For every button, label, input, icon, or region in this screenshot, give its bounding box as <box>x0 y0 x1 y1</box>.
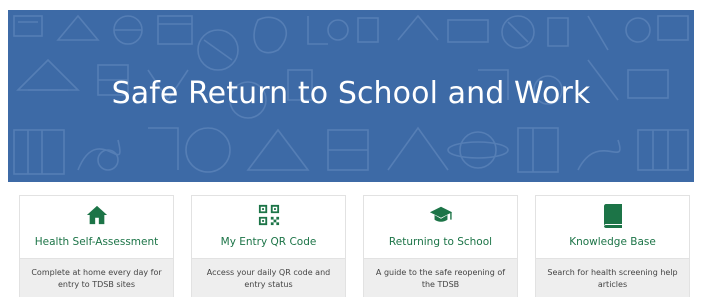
my-entry-qr-code-card[interactable]: My Entry QR Code Access your daily QR co… <box>191 195 346 297</box>
card-description: Complete at home every day for entry to … <box>20 258 173 297</box>
card-header: Knowledge Base <box>536 196 689 258</box>
card-description: Search for health screening help article… <box>536 258 689 297</box>
card-title: Health Self-Assessment <box>34 236 159 248</box>
returning-to-school-card[interactable]: Returning to School A guide to the safe … <box>363 195 518 297</box>
health-self-assessment-card[interactable]: Health Self-Assessment Complete at home … <box>19 195 174 297</box>
knowledge-base-card[interactable]: Knowledge Base Search for health screeni… <box>535 195 690 297</box>
card-title: Knowledge Base <box>569 236 656 248</box>
quick-links: Health Self-Assessment Complete at home … <box>0 195 701 297</box>
card-header: My Entry QR Code <box>192 196 345 258</box>
card-header: Health Self-Assessment <box>20 196 173 258</box>
card-title: Returning to School <box>388 236 493 248</box>
card-description: A guide to the safe reopening of the TDS… <box>364 258 517 297</box>
graduation-cap-icon <box>364 204 517 228</box>
page-title: Safe Return to School and Work <box>111 76 591 111</box>
home-icon <box>20 204 173 228</box>
book-icon <box>536 204 689 228</box>
card-title: My Entry QR Code <box>220 236 317 248</box>
hero-banner: Safe Return to School and Work <box>8 10 694 182</box>
card-description: Access your daily QR code and entry stat… <box>192 258 345 297</box>
card-header: Returning to School <box>364 196 517 258</box>
qr-code-icon <box>192 204 345 228</box>
